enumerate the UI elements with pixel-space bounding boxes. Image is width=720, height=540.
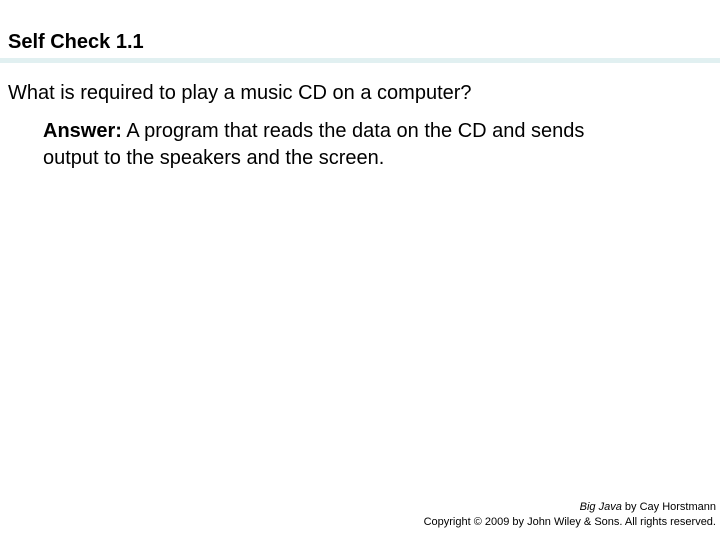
question-text: What is required to play a music CD on a… <box>8 82 472 104</box>
answer-text-line1: A program that reads the data on the CD … <box>121 120 585 142</box>
author-text: by Cay Horstmann <box>621 501 716 513</box>
answer-block: Answer: A program that reads the data on… <box>43 118 713 172</box>
slide-title: Self Check 1.1 <box>8 31 144 53</box>
copyright-text: Copyright © 2009 by John Wiley & Sons. A… <box>423 516 716 528</box>
answer-text-line2: output to the speakers and the screen. <box>43 147 385 169</box>
footer-credit: Big Java by Cay Horstmann <box>424 500 716 515</box>
title-divider <box>0 58 720 63</box>
footer: Big Java by Cay Horstmann Copyright © 20… <box>424 500 716 530</box>
book-title: Big Java <box>579 501 622 513</box>
answer-label: Answer: <box>43 120 122 142</box>
